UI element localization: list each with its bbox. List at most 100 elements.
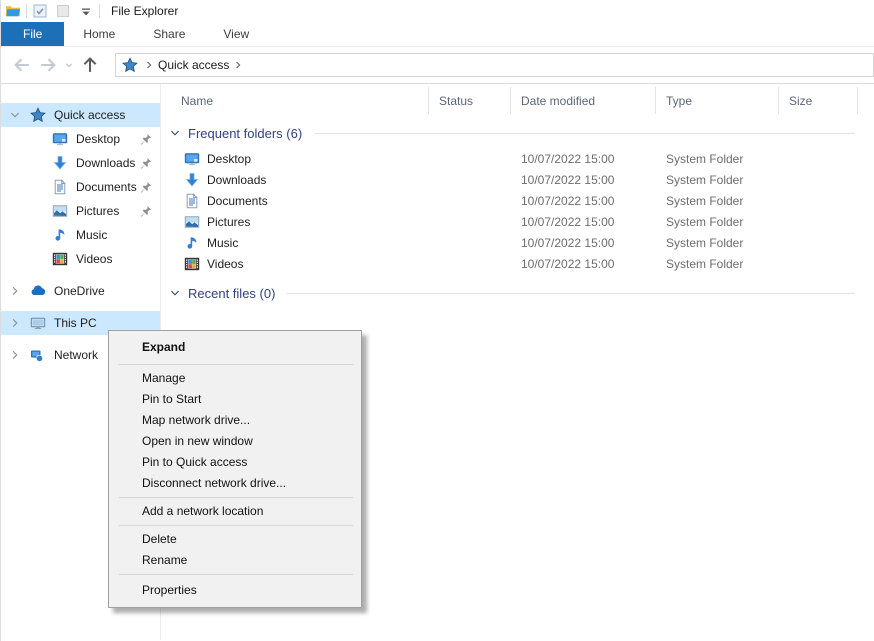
divider [26,4,27,18]
breadcrumb[interactable]: Quick access [158,58,229,72]
videos-icon [52,251,68,267]
file-row-downloads[interactable]: Downloads 10/07/2022 15:00 System Folder [161,169,874,190]
menu-item-add-a-network-location[interactable]: Add a network location [109,501,361,522]
file-name: Videos [207,257,243,271]
pin-icon [139,205,152,218]
file-type: System Folder [656,152,779,166]
sidebar-item-documents[interactable]: Documents [1,175,160,199]
chevron-down-icon[interactable] [169,127,181,139]
sidebar-item-label: Downloads [76,156,135,170]
menu-item-disconnect-network-drive[interactable]: Disconnect network drive... [109,473,361,494]
sidebar-item-videos[interactable]: Videos [1,247,160,271]
file-date-modified: 10/07/2022 15:00 [511,152,656,166]
downloads-icon [52,155,68,171]
file-name: Desktop [207,152,251,166]
chevron-right-icon[interactable] [9,317,21,329]
group-header-recent-files[interactable]: Recent files (0) [161,282,874,304]
menu-item-pin-to-start[interactable]: Pin to Start [109,389,361,410]
desktop-icon [52,131,68,147]
breadcrumb-chevron-icon[interactable] [232,59,244,71]
menu-item-map-network-drive[interactable]: Map network drive... [109,410,361,431]
window-title: File Explorer [111,4,178,18]
menu-separator [119,574,353,575]
chevron-down-icon[interactable] [169,287,181,299]
quick-access-toolbar [32,3,94,19]
file-row-pictures[interactable]: Pictures 10/07/2022 15:00 System Folder [161,211,874,232]
pin-icon [139,133,152,146]
column-header-date-modified[interactable]: Date modified [511,87,656,114]
forward-arrow-button [37,54,59,76]
onedrive-icon [30,283,46,299]
sidebar-item-label: Desktop [76,132,120,146]
group-label: Frequent folders [188,126,283,141]
menu-item-properties[interactable]: Properties [109,578,361,604]
file-row-videos[interactable]: Videos 10/07/2022 15:00 System Folder [161,253,874,274]
music-icon [52,227,68,243]
videos-icon [184,256,200,272]
sidebar-item-downloads[interactable]: Downloads [1,151,160,175]
column-header-name[interactable]: Name [161,87,429,114]
file-row-desktop[interactable]: Desktop 10/07/2022 15:00 System Folder [161,148,874,169]
menu-item-manage[interactable]: Manage [109,368,361,389]
menu-item-open-in-new-window[interactable]: Open in new window [109,431,361,452]
column-header-size[interactable]: Size [779,87,858,114]
divider [99,4,100,18]
title-bar: File Explorer [1,0,874,22]
sidebar-item-desktop[interactable]: Desktop [1,127,160,151]
desktop-icon [184,151,200,167]
sidebar-item-label: Network [54,348,98,362]
sidebar-item-label: Quick access [54,108,125,122]
menu-separator [119,525,353,526]
column-headers: Name Status Date modified Type Size [161,87,874,114]
menu-item-pin-to-quick-access[interactable]: Pin to Quick access [109,452,361,473]
sidebar-item-quick-access[interactable]: Quick access [1,103,160,127]
file-date-modified: 10/07/2022 15:00 [511,194,656,208]
chevron-down-icon[interactable] [9,109,21,121]
chevron-right-icon[interactable] [9,349,21,361]
file-name: Downloads [207,173,266,187]
file-row-documents[interactable]: Documents 10/07/2022 15:00 System Folder [161,190,874,211]
documents-icon [184,193,200,209]
sidebar-item-label: Videos [76,252,112,266]
network-icon [30,347,46,363]
up-arrow-button[interactable] [79,54,101,76]
new-folder-icon[interactable] [55,3,71,19]
group-rule [314,133,855,134]
column-header-spacer [858,87,874,114]
group-header-frequent-folders[interactable]: Frequent folders (6) [161,122,874,144]
sidebar-item-label: Pictures [76,204,119,218]
file-name: Pictures [207,215,250,229]
file-explorer-window: File Explorer File Home Share View Quick… [0,0,874,641]
address-bar[interactable]: Quick access [115,53,874,77]
sidebar-item-pictures[interactable]: Pictures [1,199,160,223]
properties-check-icon[interactable] [32,3,48,19]
quick-access-star-icon [122,57,138,73]
back-arrow-button [11,54,33,76]
sidebar-item-onedrive[interactable]: OneDrive [1,279,160,303]
tab-view[interactable]: View [204,22,268,46]
breadcrumb-chevron-icon[interactable] [143,59,155,71]
file-type: System Folder [656,173,779,187]
group-rule [287,293,855,294]
menu-item-expand[interactable]: Expand [109,334,361,361]
file-type: System Folder [656,194,779,208]
file-date-modified: 10/07/2022 15:00 [511,257,656,271]
this-pc-icon [30,315,46,331]
qat-arrow-icon[interactable] [78,3,94,19]
documents-icon [52,179,68,195]
file-row-music[interactable]: Music 10/07/2022 15:00 System Folder [161,232,874,253]
sidebar-item-music[interactable]: Music [1,223,160,247]
pin-icon [139,181,152,194]
tab-share[interactable]: Share [134,22,204,46]
pictures-icon [52,203,68,219]
group-label: Recent files [188,286,256,301]
music-icon [184,235,200,251]
file-date-modified: 10/07/2022 15:00 [511,215,656,229]
tab-home[interactable]: Home [64,22,134,46]
tab-file[interactable]: File [1,22,64,46]
menu-item-rename[interactable]: Rename [109,550,361,571]
column-header-status[interactable]: Status [429,87,511,114]
chevron-right-icon[interactable] [9,285,21,297]
menu-item-delete[interactable]: Delete [109,529,361,550]
column-header-type[interactable]: Type [656,87,779,114]
